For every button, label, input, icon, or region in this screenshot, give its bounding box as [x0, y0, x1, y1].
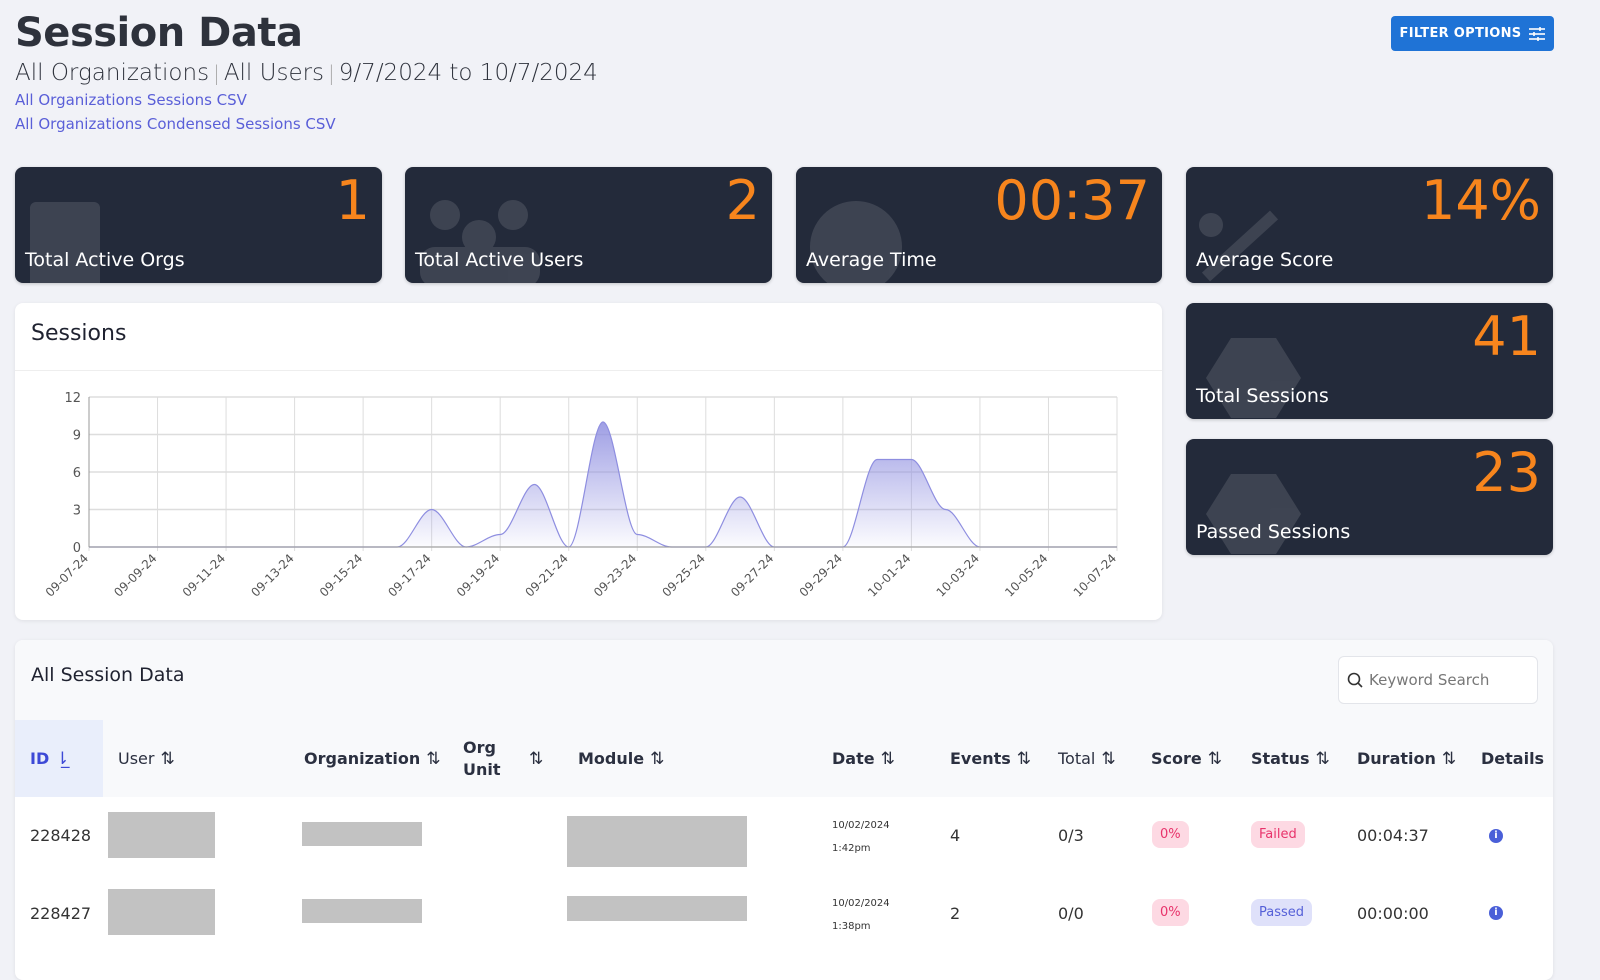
- sort-icon: ⇅: [160, 749, 174, 769]
- col-organization[interactable]: Organization⇅: [304, 720, 441, 797]
- x-tick-label: 09-17-24: [385, 551, 433, 599]
- x-tick-label: 09-27-24: [728, 551, 776, 599]
- sort-icon: ⇅: [1316, 749, 1330, 769]
- col-module[interactable]: Module⇅: [578, 720, 664, 797]
- x-tick-label: 10-03-24: [934, 551, 982, 599]
- col-org-unit[interactable]: Org Unit⇅: [463, 720, 553, 797]
- sort-icon: ⇅: [881, 749, 895, 769]
- x-tick-label: 09-23-24: [591, 551, 639, 599]
- filter-options-button[interactable]: FILTER OPTIONS: [1391, 16, 1554, 51]
- col-details: Details: [1481, 720, 1544, 797]
- cell-total: 0/3: [1058, 826, 1084, 845]
- y-tick-label: 6: [73, 466, 81, 481]
- col-status[interactable]: Status⇅: [1251, 720, 1330, 797]
- sort-icon: ⇅: [1101, 749, 1115, 769]
- x-tick-label: 09-09-24: [111, 551, 159, 599]
- redacted-user: [108, 889, 215, 935]
- cell-events: 2: [950, 904, 960, 923]
- col-score[interactable]: Score⇅: [1151, 720, 1222, 797]
- redacted-organization: [302, 899, 422, 923]
- cell-id: 228428: [30, 826, 91, 845]
- session-table-panel: All Session Data Keyword Search: [15, 640, 1553, 980]
- x-tick-label: 09-19-24: [454, 551, 502, 599]
- cell-id: 228427: [30, 904, 91, 923]
- info-icon[interactable]: i: [1489, 906, 1503, 920]
- y-tick-label: 12: [64, 391, 81, 406]
- x-tick-label: 09-21-24: [522, 551, 570, 599]
- stat-label: Passed Sessions: [1196, 521, 1350, 543]
- sort-icon: ⇅: [1208, 749, 1222, 769]
- col-events[interactable]: Events⇅: [950, 720, 1031, 797]
- col-total[interactable]: Total⇅: [1058, 720, 1116, 797]
- keyword-search-input[interactable]: Keyword Search: [1338, 656, 1538, 704]
- search-placeholder: Keyword Search: [1369, 671, 1489, 689]
- stat-value: 41: [1472, 305, 1541, 368]
- cell-events: 4: [950, 826, 960, 845]
- cell-time: 1:38pm: [832, 921, 871, 932]
- stat-card-passed-sessions: 23 Passed Sessions: [1186, 439, 1553, 555]
- filter-label: FILTER OPTIONS: [1400, 26, 1522, 41]
- stat-card-score: 14% Average Score: [1186, 167, 1553, 283]
- sliders-icon: [1529, 27, 1545, 41]
- x-tick-label: 09-11-24: [180, 551, 228, 599]
- stat-label: Average Score: [1196, 249, 1333, 271]
- sort-icon: ⇅: [1442, 749, 1456, 769]
- col-date[interactable]: Date⇅: [832, 720, 895, 797]
- redacted-module: [567, 816, 747, 867]
- cell-date: 10/02/2024: [832, 820, 890, 831]
- status-badge: Passed: [1251, 899, 1312, 926]
- score-badge: 0%: [1152, 899, 1189, 926]
- sort-icon: ⇅: [529, 749, 543, 769]
- stat-card-total-sessions: 41 Total Sessions: [1186, 303, 1553, 419]
- cell-date: 10/02/2024: [832, 898, 890, 909]
- sort-icon: ⇅: [650, 749, 664, 769]
- redacted-user: [108, 812, 215, 858]
- status-badge: Failed: [1251, 821, 1305, 848]
- search-icon: [1347, 672, 1363, 688]
- cell-duration: 00:04:37: [1357, 826, 1429, 845]
- col-id[interactable]: ID⇂̲: [30, 720, 69, 797]
- info-icon[interactable]: i: [1489, 829, 1503, 843]
- x-tick-label: 10-05-24: [1002, 551, 1050, 599]
- x-tick-label: 09-07-24: [43, 551, 91, 599]
- redacted-module: [567, 896, 747, 921]
- x-tick-label: 09-25-24: [660, 551, 708, 599]
- y-tick-label: 3: [73, 504, 81, 519]
- score-badge: 0%: [1152, 821, 1189, 848]
- sort-icon: ⇅: [1017, 749, 1031, 769]
- cell-total: 0/0: [1058, 904, 1084, 923]
- y-tick-label: 9: [73, 429, 81, 444]
- table-title: All Session Data: [31, 664, 185, 686]
- cell-duration: 00:00:00: [1357, 904, 1429, 923]
- sort-desc-icon: ⇂̲: [55, 749, 69, 769]
- sessions-chart: 03691209-07-2409-09-2409-11-2409-13-2409…: [0, 0, 1165, 625]
- stat-value: 14%: [1421, 169, 1541, 232]
- redacted-organization: [302, 822, 422, 846]
- x-tick-label: 10-01-24: [865, 551, 913, 599]
- cell-time: 1:42pm: [832, 843, 871, 854]
- x-tick-label: 09-15-24: [317, 551, 365, 599]
- x-tick-label: 09-13-24: [248, 551, 296, 599]
- stat-value: 23: [1472, 441, 1541, 504]
- stat-label: Total Sessions: [1196, 385, 1329, 407]
- sort-icon: ⇅: [426, 749, 440, 769]
- x-tick-label: 10-07-24: [1071, 551, 1119, 599]
- x-tick-label: 09-29-24: [797, 551, 845, 599]
- col-duration[interactable]: Duration⇅: [1357, 720, 1456, 797]
- col-user[interactable]: User⇅: [118, 720, 175, 797]
